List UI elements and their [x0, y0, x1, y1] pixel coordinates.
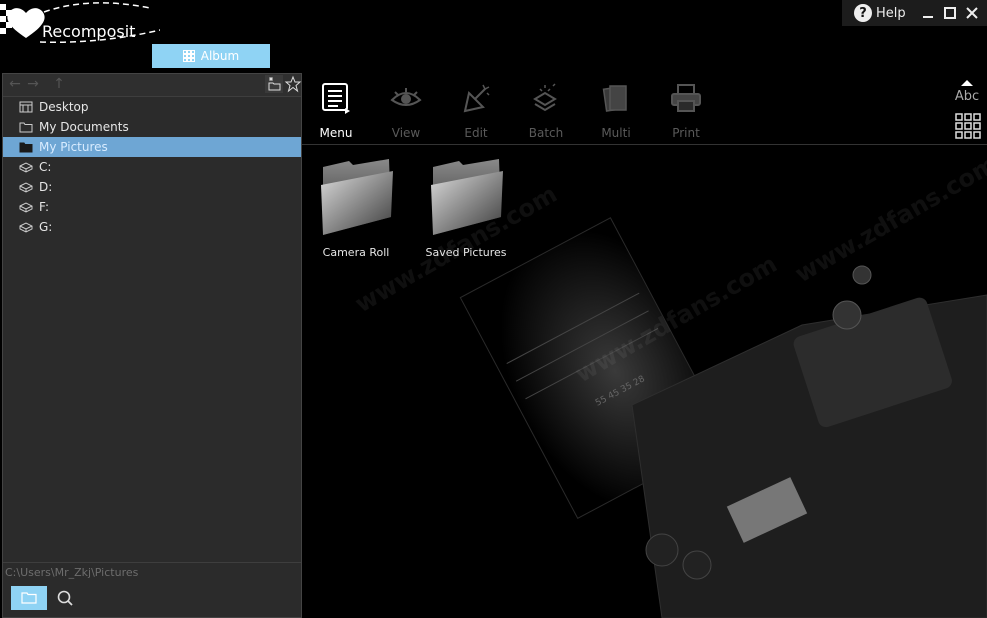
new-folder-icon — [268, 77, 281, 91]
multi-icon — [602, 85, 627, 112]
navigation-bar: ← → ↑ — [3, 74, 302, 97]
folder-icon — [431, 159, 503, 235]
print-label: Print — [672, 126, 700, 140]
maximize-icon — [944, 7, 956, 19]
tree-item-drive-c[interactable]: C: — [3, 157, 301, 177]
eye-icon — [390, 88, 422, 106]
folder-tree: Desktop My Documents My Pictures C: D: F… — [3, 97, 301, 237]
app-logo: Recomposit — [0, 0, 161, 44]
main-toolbar: Menu View Edit Batch Multi Print — [302, 74, 987, 144]
new-folder-button[interactable] — [265, 75, 283, 93]
drive-icon — [19, 162, 33, 173]
tree-item-my-pictures[interactable]: My Pictures — [3, 137, 301, 157]
batch-button[interactable]: Batch — [513, 80, 579, 140]
tree-item-label: C: — [39, 160, 52, 174]
help-button[interactable]: ? Help — [854, 4, 906, 22]
minimize-button[interactable] — [917, 2, 939, 24]
batch-icon — [533, 83, 557, 112]
folder-label: Camera Roll — [322, 246, 390, 259]
close-button[interactable] — [961, 2, 983, 24]
edit-label: Edit — [464, 126, 488, 140]
tree-item-drive-f[interactable]: F: — [3, 197, 301, 217]
folder-panel: ← → ↑ Desktop My Documents My Pictures C… — [2, 73, 302, 618]
album-tab-label: Album — [200, 49, 240, 63]
folder-icon — [321, 159, 393, 235]
tree-item-drive-d[interactable]: D: — [3, 177, 301, 197]
current-path: C:\Users\Mr_Zkj\Pictures — [5, 566, 139, 579]
multi-button[interactable]: Multi — [583, 80, 649, 140]
search-button[interactable] — [55, 588, 75, 608]
menu-label: Menu — [319, 126, 353, 140]
tree-item-my-documents[interactable]: My Documents — [3, 117, 301, 137]
arrow-left-icon[interactable]: ← — [7, 76, 23, 92]
folder-label: Saved Pictures — [425, 246, 507, 259]
sort-label: Abc — [954, 89, 980, 104]
print-button[interactable]: Print — [653, 80, 719, 140]
edit-icon — [463, 84, 490, 113]
help-label: Help — [876, 5, 906, 21]
multi-label: Multi — [601, 126, 631, 140]
grid-view-button[interactable] — [955, 113, 981, 139]
folder-icon — [21, 592, 37, 604]
tree-item-label: Desktop — [39, 100, 89, 114]
edit-button[interactable]: Edit — [443, 80, 509, 140]
grid-icon — [955, 113, 981, 139]
tree-item-label: D: — [39, 180, 53, 194]
arrow-right-icon[interactable]: → — [25, 76, 41, 92]
sort-up-icon — [961, 80, 973, 86]
search-icon — [57, 590, 73, 606]
up-icon[interactable]: ↑ — [51, 76, 67, 92]
tree-item-label: My Documents — [39, 120, 129, 134]
sort-by-name-button[interactable]: Abc — [952, 76, 982, 106]
folder-view-button[interactable] — [11, 586, 47, 610]
tree-item-label: G: — [39, 220, 53, 234]
drive-icon — [19, 202, 33, 213]
view-button[interactable]: View — [373, 80, 439, 140]
help-icon: ? — [854, 4, 872, 22]
tree-item-drive-g[interactable]: G: — [3, 217, 301, 237]
tree-item-label: F: — [39, 200, 50, 214]
folder-icon — [19, 122, 33, 133]
divider — [3, 562, 301, 563]
drive-icon — [19, 182, 33, 193]
drive-icon — [19, 222, 33, 233]
folder-icon — [19, 142, 33, 153]
tree-item-desktop[interactable]: Desktop — [3, 97, 301, 117]
menu-button[interactable]: Menu — [303, 80, 369, 140]
album-tab[interactable]: Album — [152, 44, 270, 68]
app-name: Recomposit — [42, 22, 135, 41]
maximize-button[interactable] — [939, 2, 961, 24]
batch-label: Batch — [528, 126, 564, 140]
menu-icon — [322, 83, 350, 114]
grid-icon — [182, 50, 195, 62]
star-icon — [284, 75, 302, 93]
desktop-icon — [19, 101, 33, 113]
thumbnail-area: 55 45 35 28 www.zdfans.com www.zdfans.co… — [302, 145, 987, 618]
minimize-icon — [923, 16, 933, 18]
view-label: View — [391, 126, 421, 140]
window-controls: ? Help — [842, 0, 987, 26]
tree-item-label: My Pictures — [39, 140, 108, 154]
folder-tile-saved-pictures[interactable]: Saved Pictures — [416, 157, 516, 259]
favorite-button[interactable] — [284, 75, 302, 93]
printer-icon — [671, 84, 701, 112]
close-icon — [966, 7, 978, 19]
folder-tile-camera-roll[interactable]: Camera Roll — [306, 157, 406, 259]
